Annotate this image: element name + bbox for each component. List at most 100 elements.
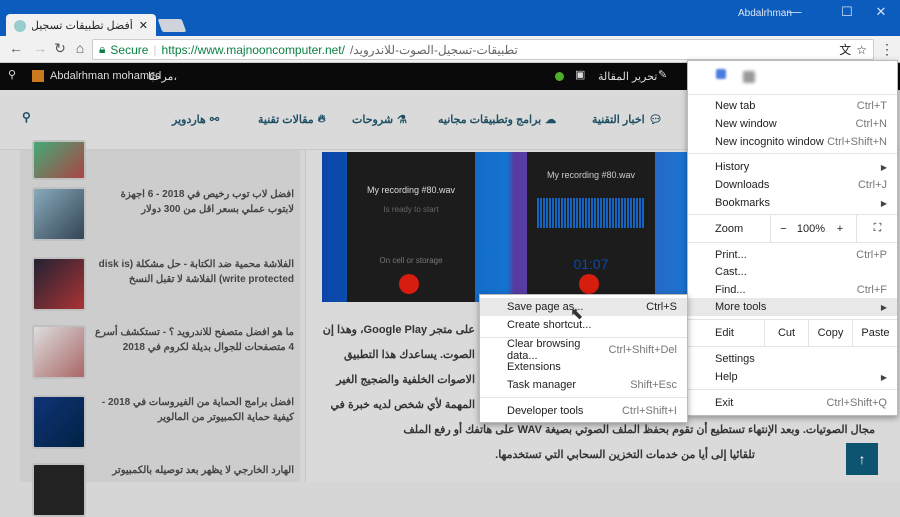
secure-label: Secure xyxy=(110,42,149,57)
menu-create-shortcut[interactable]: Create shortcut... xyxy=(480,316,687,334)
menu-new-tab[interactable]: New tab Ctrl+T xyxy=(688,97,897,115)
list-item[interactable]: افضل برامج الحماية من الفيروسات في 2018 … xyxy=(32,395,294,449)
list-item[interactable]: الهارد الخارجي لا يظهر بعد توصيله بالكمب… xyxy=(32,463,294,517)
sidebar: افضل لاب توب رخيص في 2018 - 6 اجهزة لابت… xyxy=(20,140,300,517)
comments-icon[interactable]: ▣ xyxy=(575,68,585,81)
cut-button[interactable]: Cut xyxy=(764,320,808,346)
lock-icon: 🔒︎ xyxy=(99,42,106,56)
cloud-icon: ☁ xyxy=(545,114,557,126)
menu-incognito[interactable]: New incognito window Ctrl+Shift+N xyxy=(688,133,897,151)
menu-downloads[interactable]: Downloads Ctrl+J xyxy=(688,176,897,194)
site-search-icon[interactable]: ⚲ xyxy=(22,110,31,124)
paste-button[interactable]: Paste xyxy=(852,320,898,346)
article-line: على متجر Google Play، وهذا إن xyxy=(322,324,475,336)
maximize-icon[interactable]: ☐ xyxy=(832,4,862,20)
menu-exit[interactable]: Exit Ctrl+Shift+Q xyxy=(688,394,897,412)
nav-item-hardware[interactable]: هاردوير ⚯ xyxy=(172,113,219,126)
menu-kebab-icon[interactable]: ⋮ xyxy=(880,41,894,58)
chat-icon: 💬︎ xyxy=(648,114,663,126)
article-line: تلقائيا إلى أيا من خدمات التخزين السحابي… xyxy=(495,449,755,461)
post-thumbnail xyxy=(32,257,86,311)
extension-icon[interactable] xyxy=(743,71,755,83)
list-item[interactable]: افضل لاب توب رخيص في 2018 - 6 اجهزة لابت… xyxy=(32,187,294,241)
url-path: تطبيقات-تسجيل-الصوت-للاندرويد/ xyxy=(349,42,518,57)
fullscreen-icon[interactable]: ⛶ xyxy=(856,215,898,242)
article-line: الصوت. يساعدك هذا التطبيق xyxy=(343,349,475,361)
menu-developer-tools[interactable]: Developer tools Ctrl+Shift+I xyxy=(480,402,687,420)
nav-item-tech-news[interactable]: اخبار التقنية 💬︎ xyxy=(592,113,663,126)
menu-cast[interactable]: Cast... xyxy=(688,263,897,281)
search-icon[interactable]: ⚲ xyxy=(8,68,16,81)
waveform xyxy=(537,198,645,228)
list-item[interactable]: الفلاشة محمية ضد الكتابة - حل مشكلة (dis… xyxy=(32,257,294,311)
edit-post-link[interactable]: تحرير المقالة xyxy=(598,70,657,83)
flask-icon: ⚗ xyxy=(397,114,407,126)
star-icon[interactable]: ☆ xyxy=(856,43,867,57)
menu-find[interactable]: Find... Ctrl+F xyxy=(688,281,897,299)
record-button xyxy=(399,274,419,294)
list-item[interactable]: ما هو افضل متصفح للاندرويد ؟ - تستكشف أس… xyxy=(32,325,294,379)
phone-screen-ready: My recording #80.wav Is ready to start O… xyxy=(347,152,475,302)
mouse-cursor-icon: ⬉ xyxy=(570,306,584,323)
menu-settings[interactable]: Settings xyxy=(688,350,897,368)
translate-icon[interactable]: 文 xyxy=(839,41,851,58)
submenu-arrow-icon: ▶ xyxy=(880,198,887,208)
article-line: الاصوات الخلفية والضجيج الغير xyxy=(336,374,475,386)
forward-icon[interactable]: → xyxy=(30,40,50,56)
article-line: المهمة لأي شخص لديه خبرة في xyxy=(330,399,475,411)
browser-tab[interactable]: أفضل تطبيقات تسجيل الد... ✕ xyxy=(6,14,156,37)
post-thumbnail xyxy=(32,463,86,517)
greeting: مرحبًا، xyxy=(148,71,177,83)
pencil-icon: ✎ xyxy=(658,69,668,81)
submenu-arrow-icon: ▶ xyxy=(880,162,887,172)
scroll-to-top-button[interactable]: ↑ xyxy=(846,443,878,475)
url-host: https://www.majnooncomputer.net/ xyxy=(161,42,345,57)
zoom-level: 100% xyxy=(796,222,826,235)
article-image: My recording #80.wav Is ready to start O… xyxy=(322,152,692,302)
chrome-menu: New tab Ctrl+T New window Ctrl+N New incog… xyxy=(687,60,898,416)
submenu-arrow-icon: ▶ xyxy=(880,302,887,312)
user-name[interactable]: Abdalrhman mohamed xyxy=(50,70,161,82)
post-thumbnail[interactable] xyxy=(32,140,86,180)
menu-print[interactable]: Print... Ctrl+P xyxy=(688,246,897,264)
share-icon: ⚯ xyxy=(209,114,220,126)
extension-icon[interactable] xyxy=(716,69,726,79)
phone-screen-recording: My recording #80.wav 01:07 xyxy=(527,152,655,302)
menu-save-page[interactable]: Save page as... Ctrl+S xyxy=(480,298,687,316)
menu-zoom-row: Zoom − 100% + ⛶ xyxy=(688,215,897,242)
menu-history[interactable]: History ▶ xyxy=(688,158,897,176)
avatar xyxy=(32,70,44,82)
zoom-out-button[interactable]: − xyxy=(770,215,796,242)
submenu-arrow-icon: ▶ xyxy=(880,372,887,382)
nav-item-articles[interactable]: مقالات تقنية 🔥︎ xyxy=(258,113,326,126)
nav-item-tutorials[interactable]: شروحات ⚗ xyxy=(352,113,407,126)
back-icon[interactable]: ← xyxy=(6,40,26,56)
stop-button xyxy=(579,274,599,294)
menu-extensions[interactable]: Extensions xyxy=(480,358,687,376)
menu-more-tools[interactable]: More tools ▶ xyxy=(688,298,897,316)
reload-icon[interactable]: ↻ xyxy=(50,40,70,57)
zoom-in-button[interactable]: + xyxy=(826,215,854,242)
close-tab-icon[interactable]: ✕ xyxy=(139,19,148,32)
minimize-icon[interactable]: — xyxy=(780,4,810,19)
favicon-icon xyxy=(14,19,26,32)
post-thumbnail xyxy=(32,187,86,241)
home-icon[interactable]: ⌂ xyxy=(70,40,90,56)
menu-bookmarks[interactable]: Bookmarks ▶ xyxy=(688,194,897,212)
nav-item-free-apps[interactable]: برامج وتطبيقات مجانيه ☁ xyxy=(438,113,556,126)
menu-edit-row: Edit Cut Copy Paste xyxy=(688,320,897,346)
copy-button[interactable]: Copy xyxy=(808,320,852,346)
tab-title: أفضل تطبيقات تسجيل الد... xyxy=(32,20,133,32)
status-dot xyxy=(555,72,564,81)
post-thumbnail xyxy=(32,325,86,379)
post-thumbnail xyxy=(32,395,86,449)
menu-help[interactable]: Help ▶ xyxy=(688,368,897,386)
close-window-icon[interactable]: ✕ xyxy=(866,4,896,20)
menu-clear-data[interactable]: Clear browsing data... Ctrl+Shift+Del xyxy=(480,338,687,362)
fire-icon: 🔥︎ xyxy=(317,113,326,125)
new-tab-button[interactable] xyxy=(157,19,187,32)
menu-task-manager[interactable]: Task manager Shift+Esc xyxy=(480,376,687,394)
address-bar[interactable]: 🔒︎ Secure | https://www.majnooncomputer.… xyxy=(92,39,874,60)
menu-new-window[interactable]: New window Ctrl+N xyxy=(688,115,897,133)
more-tools-submenu: Save page as... Ctrl+S Create shortcut...… xyxy=(479,294,688,423)
